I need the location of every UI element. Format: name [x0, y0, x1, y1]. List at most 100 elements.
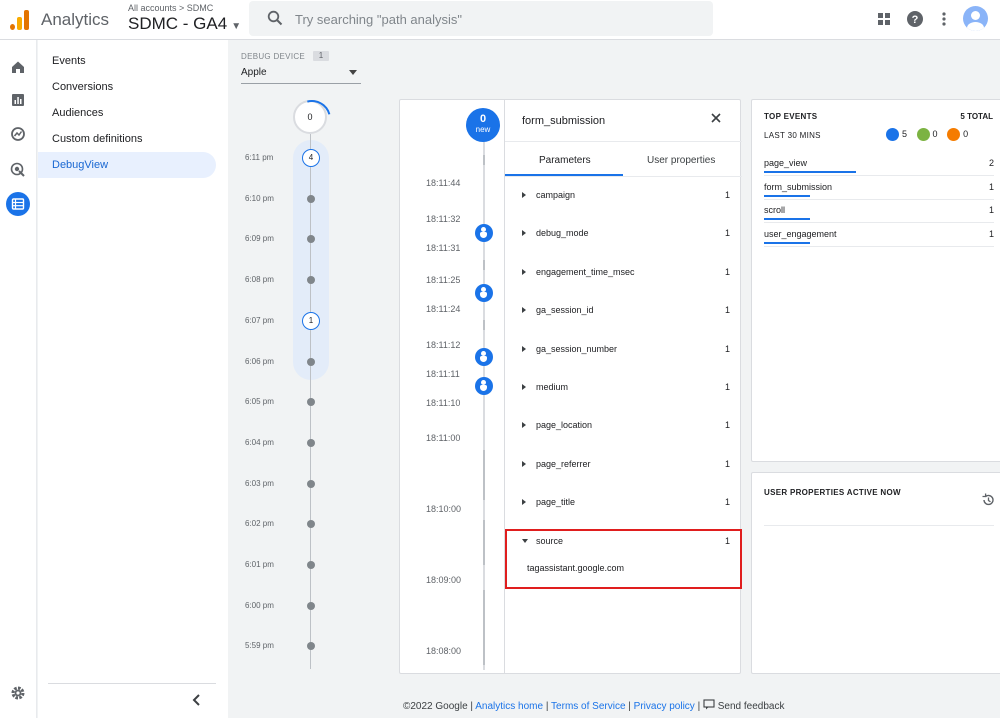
gear-icon[interactable] — [8, 683, 28, 703]
minute-event-count[interactable]: 4 — [302, 149, 320, 167]
expand-more-icon — [522, 268, 526, 275]
subnav-item-events[interactable]: Events — [38, 48, 216, 74]
footer-link-terms[interactable]: Terms of Service — [551, 701, 625, 712]
app-name: Analytics — [41, 10, 110, 29]
second-label: 18:11:12 — [426, 340, 461, 350]
minute-dot[interactable] — [307, 479, 315, 488]
debug-device-count: 1 — [313, 51, 329, 61]
parameter-count: 1 — [724, 343, 730, 354]
minute-dot[interactable] — [307, 561, 315, 569]
user-event-icon[interactable] — [475, 348, 493, 366]
expand-more-icon — [522, 307, 526, 314]
subnav-item-audiences[interactable]: Audiences — [38, 100, 216, 126]
minute-label: 6:06 pm — [245, 356, 274, 366]
minute-dot[interactable] — [307, 601, 315, 610]
feedback-icon[interactable] — [703, 699, 715, 710]
parameter-count: 1 — [724, 305, 730, 316]
tab-user-properties[interactable]: User properties — [647, 155, 715, 166]
source-parameter-value: tagassistant.google.com — [527, 563, 625, 573]
close-icon[interactable] — [709, 111, 723, 125]
parameter-name: debug_mode — [536, 228, 589, 239]
user-event-icon[interactable] — [475, 284, 493, 302]
parameter-row-debug-mode[interactable]: debug_mode 1 — [522, 223, 732, 243]
footer-link-analytics-home[interactable]: Analytics home — [475, 701, 543, 712]
explore-icon[interactable] — [8, 124, 28, 144]
top-event-count: 1 — [988, 228, 994, 239]
parameter-row-page-referrer[interactable]: page_referrer 1 — [522, 454, 732, 474]
user-event-icon[interactable] — [475, 377, 493, 395]
configure-icon[interactable] — [6, 192, 30, 216]
divider — [505, 141, 742, 142]
top-event-row[interactable]: user_engagement 1 — [764, 223, 994, 247]
subnav-item-conversions[interactable]: Conversions — [38, 74, 216, 100]
footer-send-feedback[interactable]: Send feedback — [718, 701, 785, 712]
parameter-row-campaign[interactable]: campaign 1 — [522, 185, 732, 205]
search-bar[interactable] — [249, 1, 713, 36]
reports-icon[interactable] — [8, 90, 28, 110]
second-label: 18:11:10 — [426, 398, 461, 408]
minute-label: 6:01 pm — [245, 560, 274, 569]
second-label: 18:09:00 — [426, 575, 462, 585]
account-avatar-icon[interactable] — [963, 6, 988, 31]
minutes-top-counter[interactable]: 0 — [293, 100, 327, 134]
minute-dot[interactable] — [307, 642, 315, 651]
advertising-icon[interactable] — [8, 160, 28, 180]
top-event-count: 2 — [988, 158, 994, 168]
help-icon[interactable]: ? — [906, 10, 924, 28]
home-icon[interactable] — [8, 57, 28, 77]
second-label: 18:11:25 — [426, 275, 461, 285]
subnav-item-debugview[interactable]: DebugView — [38, 152, 216, 178]
parameter-row-page-location[interactable]: page_location 1 — [522, 415, 732, 435]
minute-dot[interactable] — [307, 520, 315, 529]
sub-navigation: Events Conversions Audiences Custom defi… — [38, 40, 228, 718]
expand-more-icon — [522, 422, 526, 429]
minute-dot[interactable] — [307, 438, 315, 447]
footer-link-privacy[interactable]: Privacy policy — [634, 701, 695, 712]
subnav-item-custom-definitions[interactable]: Custom definitions — [38, 126, 216, 152]
footer: ©2022 Google | Analytics home | Terms of… — [403, 699, 785, 712]
new-events-counter[interactable]: 0 new — [466, 108, 500, 142]
parameter-row-page-title[interactable]: page_title 1 — [522, 492, 732, 512]
top-events-total: 5 TOTAL — [960, 112, 993, 121]
minute-dot[interactable] — [307, 194, 315, 203]
top-events-title: TOP EVENTS — [764, 112, 818, 121]
seconds-stream: 0 new 18:11:44 18:11:32 18:11:31 18:11:25 18… — [400, 100, 504, 673]
parameter-row-ga-session-id[interactable]: ga_session_id 1 — [522, 300, 732, 320]
parameter-row-engagement-time-msec[interactable]: engagement_time_msec 1 — [522, 262, 732, 282]
top-event-count: 1 — [988, 181, 994, 192]
expand-more-icon — [522, 192, 526, 198]
parameter-count: 1 — [724, 228, 730, 239]
tab-parameters[interactable]: Parameters — [539, 155, 591, 166]
debug-device-select[interactable]: Apple — [241, 65, 361, 84]
minute-event-count[interactable]: 1 — [302, 311, 320, 330]
top-event-row[interactable]: scroll 1 — [764, 199, 994, 223]
parameter-row-ga-session-number[interactable]: ga_session_number 1 — [522, 339, 732, 359]
parameter-count: 1 — [724, 420, 730, 431]
event-tick — [483, 635, 485, 665]
apps-grid-icon[interactable] — [875, 10, 893, 28]
minute-label: 6:05 pm — [245, 397, 274, 407]
breadcrumb[interactable]: All accounts > SDMC — [128, 3, 213, 13]
user-event-icon[interactable] — [475, 224, 493, 242]
more-vert-icon[interactable] — [935, 10, 953, 28]
top-event-name: scroll — [764, 205, 786, 215]
top-event-row[interactable]: page_view 2 — [764, 152, 994, 176]
chevron-left-icon[interactable] — [190, 693, 204, 707]
analytics-logo-icon[interactable] — [8, 8, 30, 30]
minute-label: 6:10 pm — [245, 193, 274, 203]
top-event-row[interactable]: form_submission 1 — [764, 176, 994, 200]
search-input[interactable] — [295, 9, 695, 29]
parameter-row-medium[interactable]: medium 1 — [522, 377, 732, 397]
event-tick — [483, 155, 485, 165]
property-selector[interactable]: SDMC - GA4 ▼ — [128, 14, 241, 34]
expand-more-icon — [522, 345, 526, 352]
minute-label: 6:03 pm — [245, 478, 274, 488]
history-icon[interactable] — [981, 493, 995, 507]
search-icon — [267, 10, 283, 26]
parameter-name: page_location — [536, 420, 593, 431]
minute-dot[interactable] — [307, 398, 315, 407]
minute-dot[interactable] — [307, 357, 315, 366]
event-tick — [483, 590, 485, 635]
top-events-card: TOP EVENTS 5 TOTAL LAST 30 MINS 5 0 0 pa… — [751, 99, 1000, 462]
user-properties-title: USER PROPERTIES ACTIVE NOW — [764, 488, 901, 497]
